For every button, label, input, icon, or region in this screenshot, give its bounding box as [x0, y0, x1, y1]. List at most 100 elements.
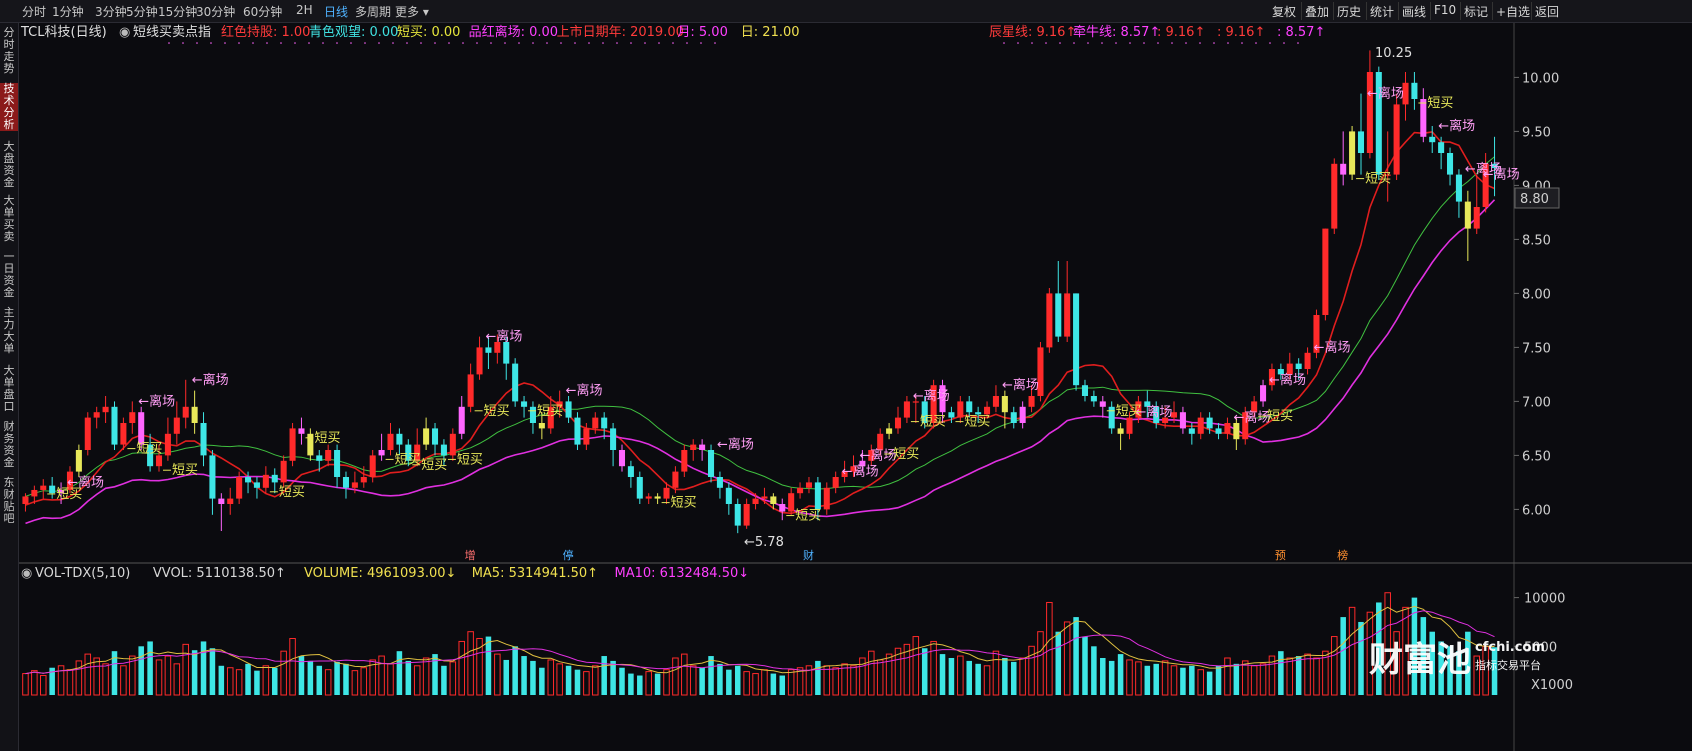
sidebar-tab-8[interactable]: 东财贴吧: [0, 477, 18, 525]
buy-signal: 短买: [314, 431, 340, 446]
sidebar-tab-7[interactable]: 财务资金: [0, 421, 18, 469]
watermark-brand: 财富池: [1369, 640, 1471, 680]
period-tab-0[interactable]: 分时: [22, 3, 46, 20]
event-marker[interactable]: 财: [803, 548, 814, 562]
sidebar-tab-1[interactable]: 技术分析: [0, 83, 18, 131]
volume-bar: [565, 665, 572, 695]
volume-bar: [200, 641, 207, 695]
candle-body: [360, 477, 367, 483]
period-tab-4[interactable]: 15分钟: [158, 3, 197, 20]
candle-body: [1322, 228, 1329, 315]
toolbar-button-4[interactable]: 画线: [1402, 3, 1426, 20]
event-marker[interactable]: 榜: [1337, 548, 1348, 562]
buy-signal: 短买: [920, 415, 946, 430]
period-tab-3[interactable]: 5分钟: [126, 3, 158, 20]
volume-bar: [619, 667, 625, 695]
legend-dot: [364, 42, 366, 44]
candle-body: [1455, 174, 1462, 202]
buy-signal: 短买: [671, 496, 697, 511]
sidebar-tab-4[interactable]: 一日资金: [0, 251, 18, 299]
legend-dot: [294, 42, 296, 44]
candle-body: [1001, 396, 1008, 413]
buy-signal: 短买: [457, 452, 483, 467]
volume-bar: [343, 663, 349, 695]
volume-legend-item-3: MA5: 5314941.50↑: [472, 566, 598, 581]
candle-body: [734, 504, 741, 526]
volume-bar: [1278, 651, 1284, 695]
sidebar-tab-3[interactable]: 大单买卖: [0, 195, 18, 243]
candle-body: [245, 477, 252, 483]
sidebar-tab-6[interactable]: 大单盘口: [0, 365, 18, 413]
legend-dot: [224, 42, 226, 44]
volume-bar: [1100, 657, 1106, 695]
volume-collapse-icon[interactable]: ◉: [21, 566, 32, 581]
period-tab-10[interactable]: 更多 ▾: [395, 3, 429, 20]
volume-bar: [405, 660, 412, 695]
candle-body: [1081, 385, 1089, 396]
volume-bar: [316, 665, 323, 695]
sidebar-tab-2[interactable]: 大盘资金: [0, 141, 18, 189]
event-marker[interactable]: 停: [563, 548, 574, 562]
legend-dot: [602, 42, 604, 44]
toolbar-button-3[interactable]: 统计: [1370, 3, 1394, 20]
legend-dot: [1171, 42, 1173, 44]
candle-body: [280, 460, 287, 483]
period-tab-5[interactable]: 30分钟: [196, 3, 235, 20]
indicator-name[interactable]: 短线买卖点指: [133, 25, 211, 40]
legend-dot: [1017, 42, 1019, 44]
toolbar-button-7[interactable]: +自选: [1496, 3, 1530, 20]
low-price-label: ←5.78: [744, 535, 784, 550]
volume-tick-label: 10000: [1524, 592, 1565, 607]
legend-dot: [308, 42, 310, 44]
candle-body: [984, 406, 991, 415]
legend-right-item-0: 辰星线: 9.16↑: [989, 25, 1076, 40]
candle-body: [627, 466, 634, 477]
legend-dot: [182, 42, 184, 44]
candle-body: [1295, 363, 1302, 369]
event-marker[interactable]: 预: [1275, 549, 1286, 562]
period-tab-8[interactable]: 日线: [324, 3, 348, 20]
period-tab-1[interactable]: 1分钟: [52, 3, 84, 20]
period-tab-2[interactable]: 3分钟: [95, 3, 127, 20]
price-tick-label: 10.00: [1522, 71, 1559, 86]
collapse-icon[interactable]: ◉: [119, 25, 130, 40]
period-tab-6[interactable]: 60分钟: [243, 3, 282, 20]
legend-dot: [518, 42, 520, 44]
candle-body: [601, 417, 608, 429]
candle-body: [636, 477, 643, 499]
kline-chart[interactable]: TCL科技(日线) ◉ 短线买卖点指 红色持股: 1.00青色观望: 0.00短…: [19, 23, 1692, 751]
toolbar-button-5[interactable]: F10: [1434, 3, 1456, 17]
candle-body: [1366, 72, 1373, 153]
legend-dot: [532, 42, 534, 44]
volume-legend: ◉ VOL-TDX(5,10) VVOL: 5110138.50↑ VOLUME: 4…: [21, 566, 749, 581]
candle-body: [485, 347, 492, 353]
candle-body: [378, 450, 385, 456]
candle-body: [271, 474, 278, 483]
toolbar-button-1[interactable]: 叠加: [1305, 3, 1329, 20]
toolbar-button-6[interactable]: 标记: [1464, 3, 1488, 20]
volume-bar: [1358, 621, 1364, 695]
period-tab-9[interactable]: 多周期: [355, 3, 391, 20]
candle-body: [351, 482, 358, 488]
candle: [1375, 66, 1382, 180]
sidebar-tab-5[interactable]: 主力大单: [0, 307, 18, 355]
candle-body: [1429, 136, 1436, 143]
legend-dot: [434, 42, 436, 44]
toolbar-button-8[interactable]: 返回: [1535, 3, 1559, 20]
sidebar-tab-0[interactable]: 分时走势: [0, 27, 18, 75]
volume-bar: [717, 663, 723, 695]
candle-body: [725, 487, 732, 504]
legend-dot: [1045, 42, 1047, 44]
price-tick-label: 8.00: [1522, 287, 1551, 302]
toolbar-button-2[interactable]: 历史: [1337, 3, 1361, 20]
sell-signal: ←离场: [566, 383, 603, 399]
volume-bar: [1295, 656, 1302, 695]
period-tab-7[interactable]: 2H: [296, 3, 313, 17]
sell-signal: ←离场: [138, 393, 175, 409]
legend-dot: [378, 42, 380, 44]
toolbar-separator: [1430, 2, 1431, 20]
toolbar-button-0[interactable]: 复权: [1272, 3, 1296, 20]
event-marker[interactable]: 增: [465, 548, 476, 562]
candle-body: [1099, 401, 1106, 407]
legend-dot: [1255, 42, 1257, 44]
